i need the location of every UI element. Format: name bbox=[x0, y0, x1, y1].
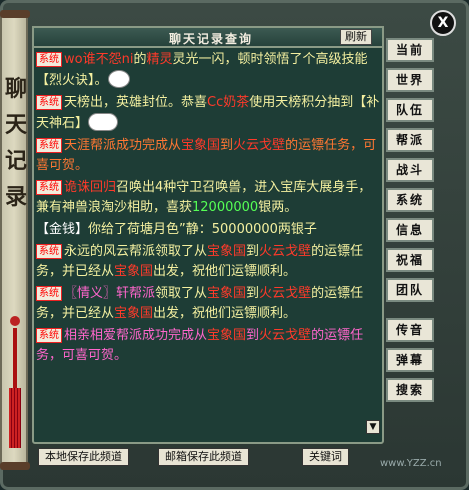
message-text: 宝象国 bbox=[114, 264, 154, 279]
message-text: 宝象国 bbox=[114, 306, 154, 321]
message-text: 的 bbox=[133, 52, 147, 67]
message-text: 宝象国 bbox=[181, 138, 221, 153]
side-title: 聊 天 记 录 bbox=[4, 71, 28, 215]
system-tag: 系统 bbox=[36, 180, 62, 195]
system-tag: 系统 bbox=[36, 328, 62, 343]
message-text: 到 bbox=[220, 138, 234, 153]
system-tag: 系统 bbox=[36, 95, 62, 110]
tab-whisper[interactable]: 传音 bbox=[386, 318, 434, 342]
chat-log[interactable]: 系统 wo谁不怨ni的精灵灵光一闪，顿时领悟了个高级技能【烈火诀】。 系统 天榜出，英… bbox=[36, 50, 380, 430]
message-text: 精灵 bbox=[146, 52, 173, 67]
channel-tabs: 当前 世界 队伍 帮派 战斗 系统 信息 祝福 团队 传音 弹幕 搜索 bbox=[386, 38, 436, 408]
chat-message: 系统 〖情义〗轩帮派领取了从宝象国到火云戈壁的运镖任务，并已经从宝象国出发，祝他们… bbox=[36, 284, 380, 324]
message-text: 诡诛回归 bbox=[64, 180, 117, 195]
message-text: 宝象国 bbox=[207, 328, 247, 343]
watermark: www.YZZ.cn bbox=[380, 458, 442, 469]
save-mail-button[interactable]: 邮箱保存此频道 bbox=[158, 448, 249, 466]
system-tag: 系统 bbox=[36, 244, 62, 259]
side-title-char: 记 bbox=[4, 148, 27, 174]
message-text: 火云戈壁 bbox=[259, 244, 312, 259]
chat-message: 系统 相亲相爱帮派成功完成从宝象国到火云戈壁的运镖任务，可喜可贺。 bbox=[36, 326, 380, 366]
double-emote bbox=[88, 113, 119, 131]
tab-system[interactable]: 系统 bbox=[386, 188, 434, 212]
tab-info[interactable]: 信息 bbox=[386, 218, 434, 242]
scroll-down-button[interactable]: ▼ bbox=[366, 420, 380, 434]
message-text: 火云戈壁 bbox=[233, 138, 286, 153]
message-text: Cc奶茶 bbox=[207, 95, 250, 110]
system-tag: 系统 bbox=[36, 286, 62, 301]
chat-message: 系统 wo谁不怨ni的精灵灵光一闪，顿时领悟了个高级技能【烈火诀】。 bbox=[36, 50, 380, 91]
message-text: 天涯帮派成功完成从 bbox=[64, 138, 182, 153]
message-text: 宝象国 bbox=[207, 286, 247, 301]
message-text: 到 bbox=[246, 286, 260, 301]
scroll-cap-bottom bbox=[0, 462, 30, 470]
side-scroll-banner: 聊 天 记 录 bbox=[0, 10, 30, 470]
message-text: 12000000 bbox=[192, 200, 259, 215]
tab-group[interactable]: 团队 bbox=[386, 278, 434, 302]
tab-current[interactable]: 当前 bbox=[386, 38, 434, 62]
tab-guild[interactable]: 帮派 bbox=[386, 128, 434, 152]
scroll-cap-top bbox=[0, 10, 30, 18]
side-title-char: 天 bbox=[4, 112, 27, 138]
tassel-decoration bbox=[9, 316, 21, 466]
refresh-button[interactable]: 刷新 bbox=[340, 29, 372, 45]
side-title-char: 聊 bbox=[4, 76, 27, 102]
message-text: 〖情义〗轩帮派 bbox=[64, 286, 156, 301]
tab-battle[interactable]: 战斗 bbox=[386, 158, 434, 182]
system-tag: 系统 bbox=[36, 52, 62, 67]
chat-message: 【金钱】你给了荷塘月色”静：50000000两银子 bbox=[36, 220, 380, 240]
message-text: 到 bbox=[246, 244, 260, 259]
close-button[interactable]: X bbox=[430, 10, 456, 36]
chat-message: 系统 天榜出，英雄封位。恭喜Cc奶茶使用天榜积分抽到【补天神石】 bbox=[36, 93, 380, 134]
message-text: 火云戈壁 bbox=[259, 328, 312, 343]
message-text: wo谁不怨ni bbox=[64, 52, 134, 67]
message-text: 银两。 bbox=[258, 200, 298, 215]
rabbit-emote bbox=[107, 70, 130, 88]
tab-blessing[interactable]: 祝福 bbox=[386, 248, 434, 272]
message-text: 宝象国 bbox=[207, 244, 247, 259]
chat-message: 系统 永远的风云帮派领取了从宝象国到火云戈壁的运镖任务，并已经从宝象国出发，祝他们… bbox=[36, 242, 380, 282]
message-text: 火云戈壁 bbox=[259, 286, 312, 301]
chat-message: 系统 诡诛回归召唤出4种守卫召唤兽，进入宝库大展身手，兼有神兽浪淘沙相助，喜获12… bbox=[36, 178, 380, 218]
tab-world[interactable]: 世界 bbox=[386, 68, 434, 92]
message-text: 你给了荷塘月色”静：50000000两银子 bbox=[88, 222, 317, 237]
message-text: 出发，祝他们运镖顺利。 bbox=[153, 306, 297, 321]
chat-message: 系统 天涯帮派成功完成从宝象国到火云戈壁的运镖任务，可喜可贺。 bbox=[36, 136, 380, 176]
message-text: 天榜出，英雄封位。恭喜 bbox=[64, 95, 208, 110]
system-tag: 系统 bbox=[36, 138, 62, 153]
keyword-button[interactable]: 关键词 bbox=[302, 448, 349, 466]
message-text: 【金钱】 bbox=[36, 222, 89, 237]
tab-team[interactable]: 队伍 bbox=[386, 98, 434, 122]
side-title-char: 录 bbox=[4, 184, 27, 210]
message-text: 领取了从 bbox=[155, 286, 208, 301]
message-text: 永远的风云帮派领取了从 bbox=[64, 244, 208, 259]
title-bar: 聊天记录查询 刷新 bbox=[32, 26, 384, 48]
message-text: 到 bbox=[246, 328, 260, 343]
tab-barrage[interactable]: 弹幕 bbox=[386, 348, 434, 372]
message-text: 相亲相爱帮派成功完成从 bbox=[64, 328, 208, 343]
tab-search[interactable]: 搜索 bbox=[386, 378, 434, 402]
save-local-button[interactable]: 本地保存此频道 bbox=[38, 448, 129, 466]
window-title: 聊天记录查询 bbox=[169, 32, 254, 46]
message-text: 出发，祝他们运镖顺利。 bbox=[153, 264, 297, 279]
